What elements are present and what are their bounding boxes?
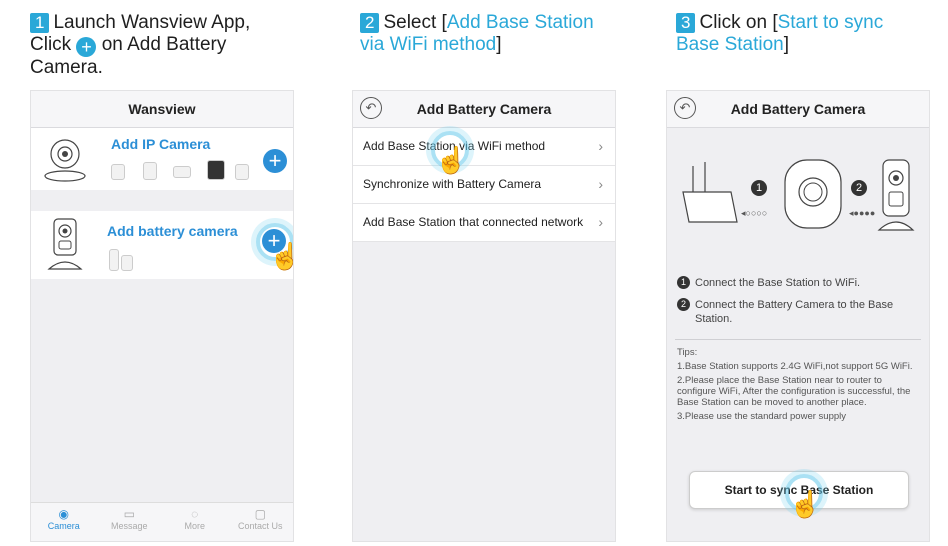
menu-item-synchronize-battery-camera[interactable]: Synchronize with Battery Camera › xyxy=(353,166,615,204)
instruction-1-text: Connect the Base Station to WiFi. xyxy=(695,277,861,289)
screen-title: Add Battery Camera xyxy=(416,101,552,117)
step3-phone-screen: ↶ Add Battery Camera ◂○○○○ 1 ◂●●●● 2 1 C… xyxy=(666,90,930,542)
step1-phone-screen: Wansview Add IP Camera + Add battery cam… xyxy=(30,90,294,542)
add-battery-camera-title: Add battery camera xyxy=(107,223,238,239)
step1-number: 1 xyxy=(30,13,50,33)
screen-title: Add Battery Camera xyxy=(730,101,866,117)
pointing-hand-icon: ☝ xyxy=(269,241,293,272)
chevron-right-icon: › xyxy=(598,176,603,192)
app-title: Wansview xyxy=(128,101,196,117)
camera-thumb xyxy=(111,164,125,180)
step1-line3: Camera. xyxy=(30,57,103,78)
signal-dots: ◂○○○○ xyxy=(741,208,768,218)
step1-line1: Launch Wansview App, xyxy=(53,12,251,33)
camera-thumb xyxy=(235,164,249,180)
add-battery-camera-title-bar: ↶ Add Battery Camera xyxy=(667,91,929,128)
add-battery-camera-card[interactable]: Add battery camera + ☝ xyxy=(31,211,293,279)
step3-text: Click on [ xyxy=(699,12,778,33)
battery-camera-thumbnail xyxy=(109,249,133,271)
instruction-badge-1: 1 xyxy=(677,276,690,289)
message-icon: ▭ xyxy=(123,507,135,521)
back-arrow-icon[interactable]: ↶ xyxy=(360,97,382,119)
step2-instruction: 2 Select [Add Base Station via WiFi metho… xyxy=(360,12,620,56)
pointing-hand-icon: ☝ xyxy=(435,145,468,175)
bottom-tab-bar: ◉ Camera ▭ Message ◌ More ▢ Contact Us xyxy=(31,502,293,541)
setup-illustration: ◂○○○○ 1 ◂●●●● 2 xyxy=(667,128,929,256)
tab-contact-label: Contact Us xyxy=(237,521,283,531)
camera-thumb xyxy=(143,162,157,180)
tab-more-label: More xyxy=(184,521,205,531)
signal-dots: ◂●●●● xyxy=(849,208,876,218)
tips-label: Tips: xyxy=(677,347,698,358)
chevron-right-icon: › xyxy=(598,138,603,154)
contact-icon: ▢ xyxy=(254,507,266,521)
divider xyxy=(675,339,921,340)
app-title-bar: Wansview xyxy=(31,91,293,128)
camera-thumbnails xyxy=(111,160,271,180)
tab-more[interactable]: ◌ More xyxy=(162,503,228,541)
camera-icon: ◉ xyxy=(58,507,69,521)
menu-item-label: Add Base Station that connected network xyxy=(363,215,584,229)
instruction-2: 2 Connect the Battery Camera to the Base… xyxy=(677,298,919,326)
tip-1: 1.Base Station supports 2.4G WiFi,not su… xyxy=(677,361,913,372)
menu-item-add-base-station-wifi[interactable]: Add Base Station via WiFi method › xyxy=(353,128,615,166)
instruction-1: 1 Connect the Base Station to WiFi. xyxy=(677,276,919,290)
step3-instruction: 3 Click on [Start to sync Base Station] xyxy=(676,12,931,56)
add-ip-camera-plus-button[interactable]: + xyxy=(263,149,287,173)
step2-number: 2 xyxy=(360,13,380,33)
instruction-badge-2: 2 xyxy=(677,298,690,311)
tab-contact-us[interactable]: ▢ Contact Us xyxy=(228,503,294,541)
battery-camera-icon xyxy=(877,159,915,231)
method-menu: Add Base Station via WiFi method › Synch… xyxy=(353,128,615,242)
menu-item-label: Synchronize with Battery Camera xyxy=(363,177,542,191)
step1-line2a: Click xyxy=(30,34,72,55)
base-station-icon xyxy=(784,159,842,229)
tab-message-label: Message xyxy=(110,521,148,531)
step1-line2b: on Add Battery xyxy=(101,34,227,55)
tab-message[interactable]: ▭ Message xyxy=(97,503,163,541)
step-badge-1: 1 xyxy=(751,180,767,196)
chevron-right-icon: › xyxy=(598,214,603,230)
pointing-hand-icon: ☝ xyxy=(789,489,822,519)
tips-section: Tips: 1.Base Station supports 2.4G WiFi,… xyxy=(677,347,919,422)
step3-close: ] xyxy=(783,34,790,55)
instruction-list: 1 Connect the Base Station to WiFi. 2 Co… xyxy=(677,276,919,326)
camera-thumb xyxy=(207,160,225,180)
more-icon: ◌ xyxy=(191,507,199,521)
add-ip-camera-title: Add IP Camera xyxy=(111,136,211,152)
step-badge-2: 2 xyxy=(851,180,867,196)
menu-item-add-base-station-connected[interactable]: Add Base Station that connected network … xyxy=(353,204,615,242)
tip-2: 2.Please place the Base Station near to … xyxy=(677,375,911,408)
instruction-2-text: Connect the Battery Camera to the Base S… xyxy=(695,299,894,325)
camera-thumb xyxy=(109,249,119,271)
step2-phone-screen: ↶ Add Battery Camera Add Base Station vi… xyxy=(352,90,616,542)
step3-number: 3 xyxy=(676,13,696,33)
tab-camera-label: Camera xyxy=(47,521,80,531)
back-arrow-icon[interactable]: ↶ xyxy=(674,97,696,119)
add-battery-camera-title-bar: ↶ Add Battery Camera xyxy=(353,91,615,128)
battery-camera-icon xyxy=(47,218,83,270)
step2-text: Select [ xyxy=(383,12,447,33)
camera-thumb xyxy=(173,166,191,178)
add-ip-camera-card[interactable]: Add IP Camera + xyxy=(31,128,293,190)
plus-circle-icon: + xyxy=(76,37,97,57)
camera-thumb xyxy=(121,255,133,271)
ip-camera-icon xyxy=(44,139,86,182)
tip-3: 3.Please use the standard power supply xyxy=(677,411,846,422)
step2-close: ] xyxy=(496,34,502,55)
router-icon xyxy=(682,162,738,223)
step1-instruction: 1 Launch Wansview App, Click + on Add Bat… xyxy=(30,12,330,79)
tab-camera[interactable]: ◉ Camera xyxy=(31,503,97,541)
